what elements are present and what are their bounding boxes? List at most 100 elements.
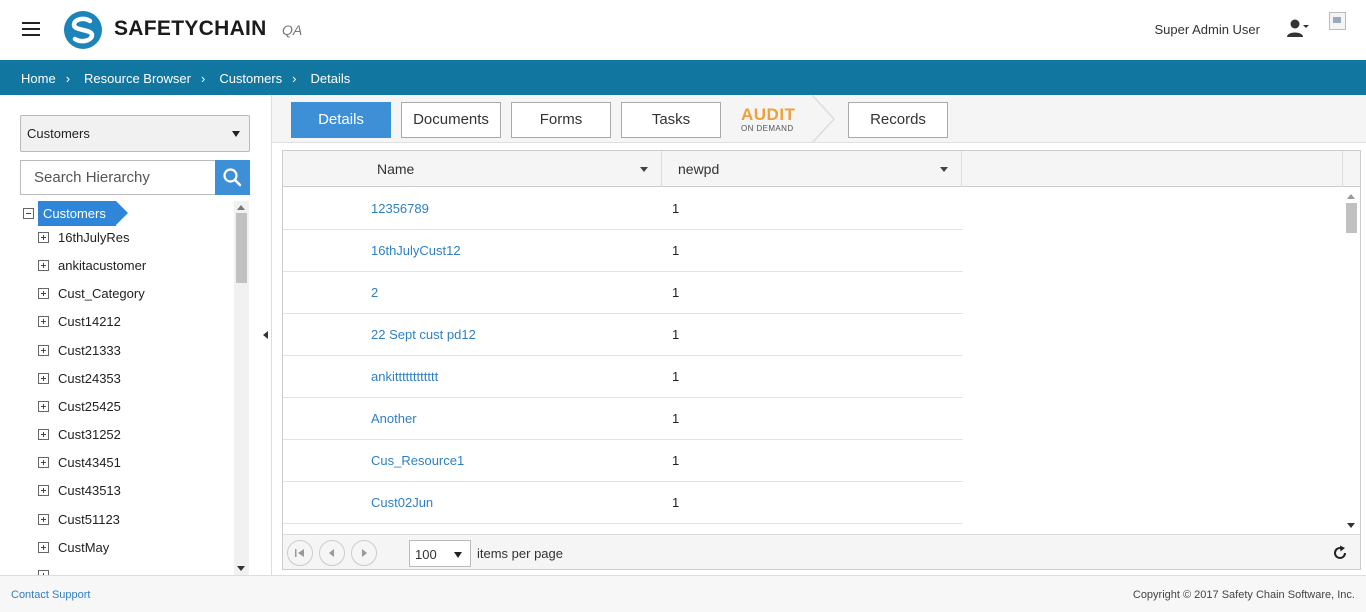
tree-item[interactable]: Cust14212 <box>38 311 121 331</box>
page-size-select[interactable]: 100 <box>409 540 471 567</box>
profile-image-icon[interactable] <box>1329 12 1346 30</box>
search-button[interactable] <box>215 160 250 195</box>
caret-down-icon <box>232 131 240 137</box>
expand-icon[interactable] <box>38 315 49 327</box>
grid-scrollbar[interactable] <box>1343 188 1360 533</box>
tree-item[interactable]: ankitacustomer <box>38 255 146 275</box>
expand-icon[interactable] <box>38 231 49 243</box>
expand-icon[interactable] <box>38 400 49 412</box>
hamburger-menu-icon[interactable] <box>22 22 40 36</box>
tree-root-customers[interactable]: Customers <box>38 201 128 226</box>
tree-item[interactable]: CustMay <box>38 537 109 557</box>
expand-icon[interactable] <box>38 372 49 384</box>
tree-item-label: Cust24353 <box>58 370 121 386</box>
user-menu-icon[interactable] <box>1287 18 1309 38</box>
resource-type-select[interactable]: Customers <box>20 115 250 152</box>
contact-support-link[interactable]: Contact Support <box>11 589 91 601</box>
breadcrumb: Home › Resource Browser › Customers › De… <box>21 71 350 86</box>
row-name-link[interactable]: 22 Sept cust pd12 <box>371 327 476 342</box>
row-newpd-value: 1 <box>672 411 680 426</box>
sidebar: Customers Customers 16thJulyRes ankitacu… <box>0 95 272 575</box>
footer: Contact Support Copyright © 2017 Safety … <box>0 575 1366 612</box>
scroll-thumb[interactable] <box>236 213 247 283</box>
tab-tasks[interactable]: Tasks <box>621 102 721 138</box>
tab-records[interactable]: Records <box>848 102 948 138</box>
tab-forms[interactable]: Forms <box>511 102 611 138</box>
scroll-down-icon[interactable] <box>237 566 245 571</box>
expand-icon[interactable] <box>38 344 49 356</box>
expand-icon[interactable] <box>38 259 49 271</box>
tree-scrollbar[interactable] <box>234 201 249 575</box>
tab-bar: Details Documents Forms Tasks AUDIT ON D… <box>272 95 1366 143</box>
chevron-separator-icon <box>811 95 836 143</box>
column-menu-icon[interactable] <box>640 167 648 172</box>
expand-icon[interactable] <box>38 456 49 468</box>
scroll-up-icon[interactable] <box>237 205 245 210</box>
resource-type-value: Customers <box>27 126 90 141</box>
expand-icon[interactable] <box>38 513 49 525</box>
tree-item[interactable]: Cust25425 <box>38 396 121 416</box>
column-menu-icon[interactable] <box>940 167 948 172</box>
breadcrumb-resource-browser[interactable]: Resource Browser <box>84 71 191 86</box>
tree-item-label: CustMay <box>58 539 110 555</box>
collapse-icon[interactable] <box>23 208 34 219</box>
row-name-link[interactable]: Cus_Resource1 <box>371 453 464 468</box>
environment-label: QA <box>282 22 303 38</box>
table-row[interactable]: 22 Sept cust pd12 1 <box>283 314 963 356</box>
expand-icon[interactable] <box>38 428 49 440</box>
table-row[interactable]: 16thJulyCust12 1 <box>283 230 963 272</box>
row-newpd-value: 1 <box>672 327 680 342</box>
expand-icon[interactable] <box>38 541 49 553</box>
row-name-link[interactable]: ankitttttttttttt <box>371 369 438 384</box>
table-row[interactable]: ankitttttttttttt 1 <box>283 356 963 398</box>
breadcrumb-home[interactable]: Home <box>21 71 56 86</box>
grid-body: 12356789 1 16thJulyCust12 1 21 22 Sept cus… <box>283 188 1343 533</box>
breadcrumb-customers[interactable]: Customers <box>219 71 282 86</box>
tree-item[interactable]: Cust24353 <box>38 368 121 388</box>
tree-item[interactable]: Cust43451 <box>38 452 121 472</box>
collapse-sidebar-icon[interactable] <box>263 331 268 339</box>
row-name-link[interactable]: Another <box>371 411 417 426</box>
row-name-link[interactable]: 2 <box>371 285 378 300</box>
prev-page-button[interactable] <box>319 540 345 566</box>
tree-item[interactable]: Cust43513 <box>38 480 121 500</box>
table-row[interactable]: Cust02Jun 1 <box>283 482 963 524</box>
tree-item[interactable]: Cust_Category <box>38 283 145 303</box>
tab-details[interactable]: Details <box>291 102 391 138</box>
tree-item-label: Cust31252 <box>58 426 121 442</box>
user-name[interactable]: Super Admin User <box>1155 22 1261 37</box>
tree-item[interactable]: 16thJulyRes <box>38 227 130 247</box>
chevron-right-icon: › <box>65 71 71 86</box>
expand-icon[interactable] <box>38 287 49 299</box>
refresh-icon[interactable] <box>1332 545 1348 561</box>
tree-item[interactable]: Cust21333 <box>38 340 121 360</box>
column-header-name[interactable]: Name <box>283 151 662 187</box>
tree-item-label: Cust43451 <box>58 454 121 470</box>
tree-item-label: Cust21333 <box>58 342 121 358</box>
tree-item[interactable]: Cust31252 <box>38 424 121 444</box>
scroll-thumb[interactable] <box>1346 203 1357 233</box>
column-header-newpd[interactable]: newpd <box>662 151 962 187</box>
table-row[interactable]: 21 <box>283 272 963 314</box>
tree-item-partial[interactable] <box>38 565 49 575</box>
scroll-up-icon[interactable] <box>1347 194 1355 199</box>
search-icon <box>223 168 242 187</box>
scroll-down-icon[interactable] <box>1347 523 1355 528</box>
row-name-link[interactable]: 12356789 <box>371 201 429 216</box>
column-header-empty <box>962 151 1343 187</box>
search-hierarchy-input[interactable] <box>20 160 216 195</box>
row-name-link[interactable]: Cust02Jun <box>371 495 433 510</box>
tab-audit-on-demand[interactable]: AUDIT ON DEMAND <box>741 106 801 134</box>
tab-documents[interactable]: Documents <box>401 102 501 138</box>
next-page-icon <box>362 549 367 557</box>
tree-item[interactable]: Cust51123 <box>38 509 120 529</box>
first-page-button[interactable] <box>287 540 313 566</box>
next-page-button[interactable] <box>351 540 377 566</box>
table-row[interactable]: 12356789 1 <box>283 188 963 230</box>
table-row[interactable]: Cus_Resource1 1 <box>283 440 963 482</box>
tree-item-label: Cust51123 <box>58 511 120 527</box>
chevron-right-icon: › <box>292 71 297 86</box>
expand-icon[interactable] <box>38 484 49 496</box>
table-row[interactable]: Another 1 <box>283 398 963 440</box>
row-name-link[interactable]: 16thJulyCust12 <box>371 243 461 258</box>
